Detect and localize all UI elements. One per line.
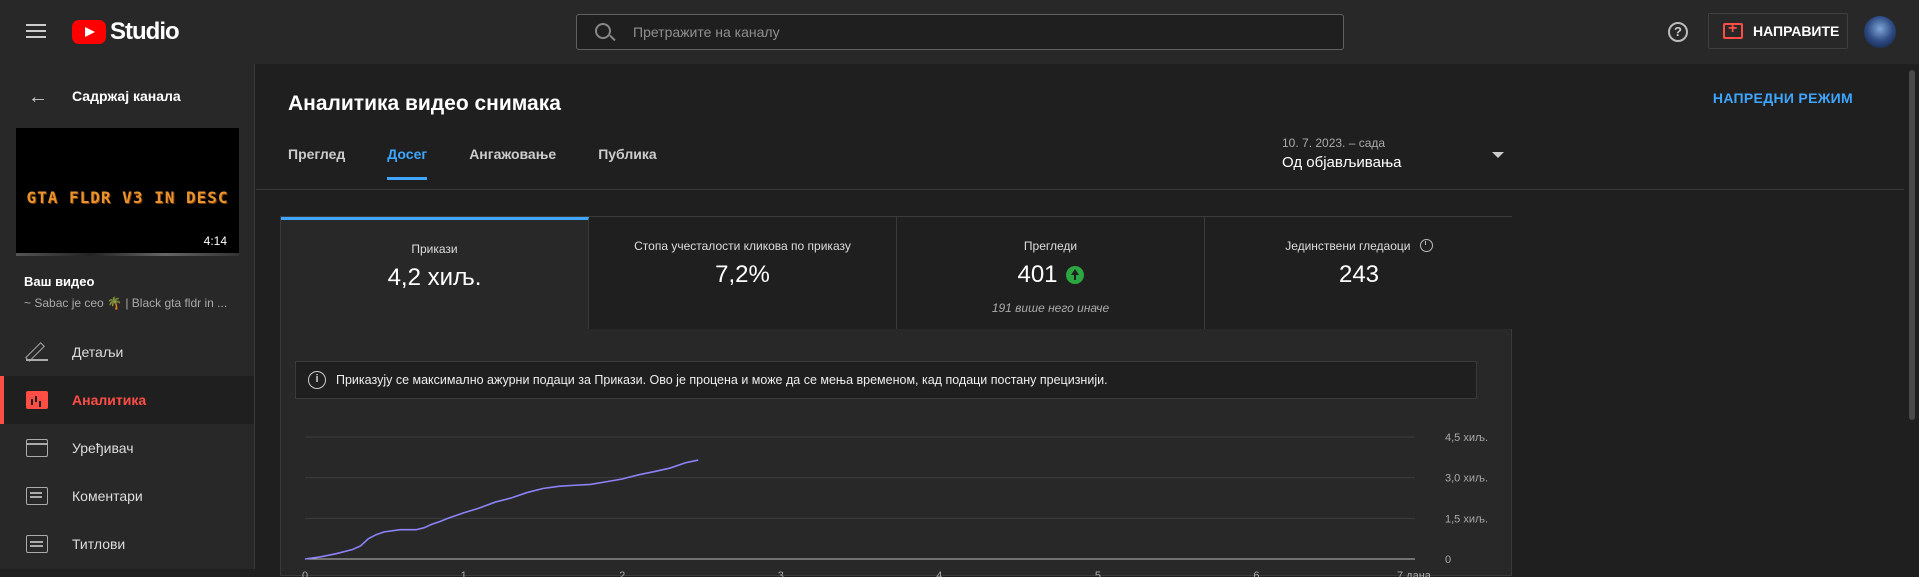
analytics-icon — [26, 391, 48, 409]
menu-icon[interactable] — [24, 20, 48, 44]
date-range-label: Од објављивања — [1282, 154, 1402, 171]
app-name: Studio — [110, 18, 180, 45]
youtube-play-icon — [72, 20, 106, 44]
metric-impressions[interactable]: Прикази 4,2 хиљ. — [281, 217, 589, 329]
sidebar-item-label: Детаљи — [72, 344, 124, 360]
back-arrow-icon[interactable]: ← — [28, 86, 48, 109]
x-tick-label: 5 — [1095, 570, 1101, 577]
page-title: Аналитика видео снимака — [288, 92, 561, 115]
x-tick-label: 4 — [936, 570, 942, 577]
x-tick-label: 7 дана — [1397, 570, 1432, 577]
sidebar-item-label: Коментари — [72, 488, 143, 504]
comments-icon — [26, 487, 48, 505]
thumbnail-strip — [16, 253, 239, 256]
tabs-divider — [256, 189, 1905, 190]
thumbnail-duration: 4:14 — [203, 234, 227, 248]
editor-icon — [26, 439, 48, 457]
date-range-selector[interactable]: 10. 7. 2023. – сада Од објављивања — [1282, 136, 1401, 171]
your-video-label: Ваш видео — [24, 274, 95, 289]
metric-label: Прегледи — [1023, 239, 1078, 253]
y-tick-label: 3,0 хиљ. — [1445, 473, 1488, 485]
info-icon: i — [308, 371, 326, 389]
create-button[interactable]: НАПРАВИТЕ — [1708, 13, 1848, 49]
channel-content-link[interactable]: Садржај канала — [72, 88, 181, 104]
metric-label-wrap: Јединствени гледаоци — [1205, 239, 1513, 253]
notice-text: Приказују се максимално ажурни подаци за… — [336, 373, 1108, 387]
metric-note: 191 више него иначе — [991, 301, 1110, 315]
clock-icon[interactable] — [1419, 239, 1433, 252]
reach-card: Прикази 4,2 хиљ. Стопа учесталости клико… — [280, 216, 1513, 577]
metric-value-wrap: 401 — [1017, 261, 1084, 289]
studio-logo[interactable]: Studio — [72, 18, 180, 46]
sidebar-item-analytics[interactable]: Аналитика — [0, 376, 254, 424]
main-content: Аналитика видео снимака НАПРЕДНИ РЕЖИМ П… — [256, 64, 1919, 577]
metric-value: 7,2% — [715, 261, 770, 288]
metric-views[interactable]: Прегледи 401 191 више него иначе — [897, 217, 1205, 329]
date-range-dates: 10. 7. 2023. – сада — [1282, 136, 1386, 150]
help-icon[interactable]: ? — [1668, 22, 1688, 42]
search-icon — [595, 23, 611, 39]
create-video-icon — [1723, 20, 1743, 39]
search-input[interactable] — [633, 15, 1313, 49]
advanced-mode-button[interactable]: НАПРЕДНИ РЕЖИМ — [1713, 90, 1853, 106]
x-tick-label: 6 — [1253, 570, 1259, 577]
metric-label: Стопа учесталости кликова по приказу — [634, 239, 851, 253]
x-tick-label: 0 — [302, 570, 308, 577]
y-tick-label: 0 — [1445, 554, 1451, 566]
scrollbar[interactable] — [1904, 64, 1919, 569]
metric-value: 401 — [1017, 261, 1058, 288]
tab-engagement[interactable]: Ангажовање — [469, 146, 556, 180]
video-thumbnail[interactable]: GTA FLDR V3 IN DESC 4:14 — [16, 128, 239, 256]
metric-ctr[interactable]: Стопа учесталости кликова по приказу 7,2… — [589, 217, 897, 329]
sidebar-item-label: Титлови — [72, 536, 126, 552]
info-notice: i Приказују се максимално ажурни подаци … — [295, 361, 1477, 399]
metric-value: 243 — [1338, 261, 1380, 288]
tab-audience[interactable]: Публика — [598, 146, 656, 180]
sidebar: ← Садржај канала GTA FLDR V3 IN DESC 4:1… — [0, 64, 255, 569]
x-tick-label: 3 — [778, 570, 784, 577]
sidebar-item-label: Аналитика — [72, 392, 147, 408]
trend-up-icon — [1065, 266, 1084, 284]
tab-overview[interactable]: Преглед — [288, 146, 345, 180]
metric-unique-viewers[interactable]: Јединствени гледаоци 243 — [1205, 217, 1513, 329]
y-tick-label: 1,5 хиљ. — [1445, 513, 1488, 525]
tab-reach[interactable]: Досег — [387, 146, 428, 180]
caret-down-icon[interactable] — [1492, 152, 1504, 158]
create-label: НАПРАВИТЕ — [1753, 23, 1840, 39]
x-tick-label: 2 — [619, 570, 625, 577]
subtitles-icon — [26, 535, 48, 553]
impressions-line[interactable] — [304, 459, 699, 560]
sidebar-item-comments[interactable]: Коментари — [0, 472, 254, 520]
sidebar-item-label: Уређивач — [72, 440, 134, 456]
sidebar-item-editor[interactable]: Уређивач — [0, 424, 254, 472]
impressions-chart[interactable]: 0 1,5 хиљ. 3,0 хиљ. 4,5 хиљ. 0 1 2 3 4 5 6 7 дана — [295, 417, 1495, 577]
y-tick-label: 4,5 хиљ. — [1445, 432, 1488, 444]
tab-bar: Преглед Досег Ангажовање Публика — [288, 146, 699, 180]
scrollbar-thumb[interactable] — [1909, 70, 1915, 420]
sidebar-item-details[interactable]: Детаљи — [0, 328, 254, 376]
metric-value: 4,2 хиљ. — [387, 264, 482, 291]
x-tick-label: 1 — [461, 570, 467, 577]
metric-label: Прикази — [411, 242, 458, 256]
sidebar-item-subtitles[interactable]: Титлови — [0, 520, 254, 568]
top-bar: Studio ? НАПРАВИТЕ — [0, 0, 1919, 64]
search-box[interactable] — [576, 14, 1344, 50]
pencil-icon — [26, 343, 48, 361]
metric-label: Јединствени гледаоци — [1285, 239, 1411, 253]
video-title: ~ Sabac je ceo 🌴 | Black gta fldr in ... — [24, 296, 228, 310]
avatar[interactable] — [1864, 16, 1896, 48]
thumbnail-title: GTA FLDR V3 IN DESC — [26, 188, 229, 207]
